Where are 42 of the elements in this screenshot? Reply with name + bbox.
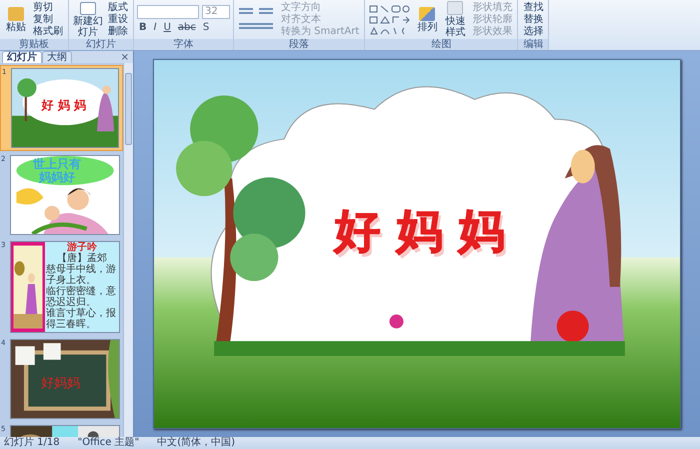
slide-title: 世上只有 妈妈好	[32, 158, 81, 184]
group-label: 段落	[234, 39, 364, 50]
group-label: 绘图	[365, 39, 518, 50]
poem-author: 【唐】孟郊	[56, 253, 107, 264]
poem-line: 临行密密缝，意恐迟迟归。	[46, 286, 117, 308]
group-label: 幻灯片	[69, 39, 133, 50]
slide-title: 好妈妈	[40, 375, 80, 392]
arrange-button[interactable]: 排列	[414, 6, 440, 32]
poem-line: 慈母手中线，游子身上衣。	[46, 264, 117, 286]
clipboard-button[interactable]: 格式刷	[31, 26, 65, 38]
clipboard-button[interactable]: 剪切	[31, 2, 65, 14]
pane-tab[interactable]: 幻灯片	[2, 51, 42, 63]
close-button[interactable]: ×	[116, 52, 133, 63]
shapes-gallery-icon[interactable]	[368, 4, 412, 36]
poem-title: 游子吟	[66, 242, 97, 253]
editing-button[interactable]: 替换	[521, 14, 546, 26]
slide-command-button[interactable]: 删除	[106, 26, 130, 38]
slide-title: 好 妈 妈	[42, 97, 86, 114]
slide-title: 好 妈 妈	[334, 202, 504, 259]
new-slide-button[interactable]: 新建幻灯片	[72, 2, 104, 38]
editing-button[interactable]: 查找	[521, 2, 546, 14]
clipboard-button[interactable]: 复制	[31, 14, 65, 26]
group-label: 剪贴板	[0, 39, 68, 50]
editing-button[interactable]: 选择	[521, 26, 546, 38]
scrollbar[interactable]	[123, 63, 133, 437]
format-button[interactable]: I	[152, 22, 159, 34]
status-text: "Office 主题"	[78, 437, 140, 449]
group-label: 编辑	[518, 39, 548, 50]
font-name-field[interactable]	[137, 5, 199, 19]
slide-command-button[interactable]: 重设	[106, 14, 130, 26]
format-button[interactable]: S	[200, 22, 212, 34]
status-text: 幻灯片 1/18	[4, 437, 60, 449]
group-label: 字体	[134, 39, 233, 50]
paste-button[interactable]: 粘贴	[3, 6, 29, 32]
quick-styles-button[interactable]: 快速样式	[442, 1, 468, 38]
slide-command-button[interactable]: 版式	[106, 2, 130, 14]
status-text: 中文(简体，中国)	[157, 437, 236, 449]
format-button[interactable]: U	[162, 22, 173, 34]
pane-tab[interactable]: 大纲	[42, 51, 72, 63]
format-button[interactable]: abc	[176, 22, 198, 34]
format-button[interactable]: B	[137, 22, 149, 34]
poem-line: 谁言寸草心，报得三春晖。	[46, 308, 117, 330]
